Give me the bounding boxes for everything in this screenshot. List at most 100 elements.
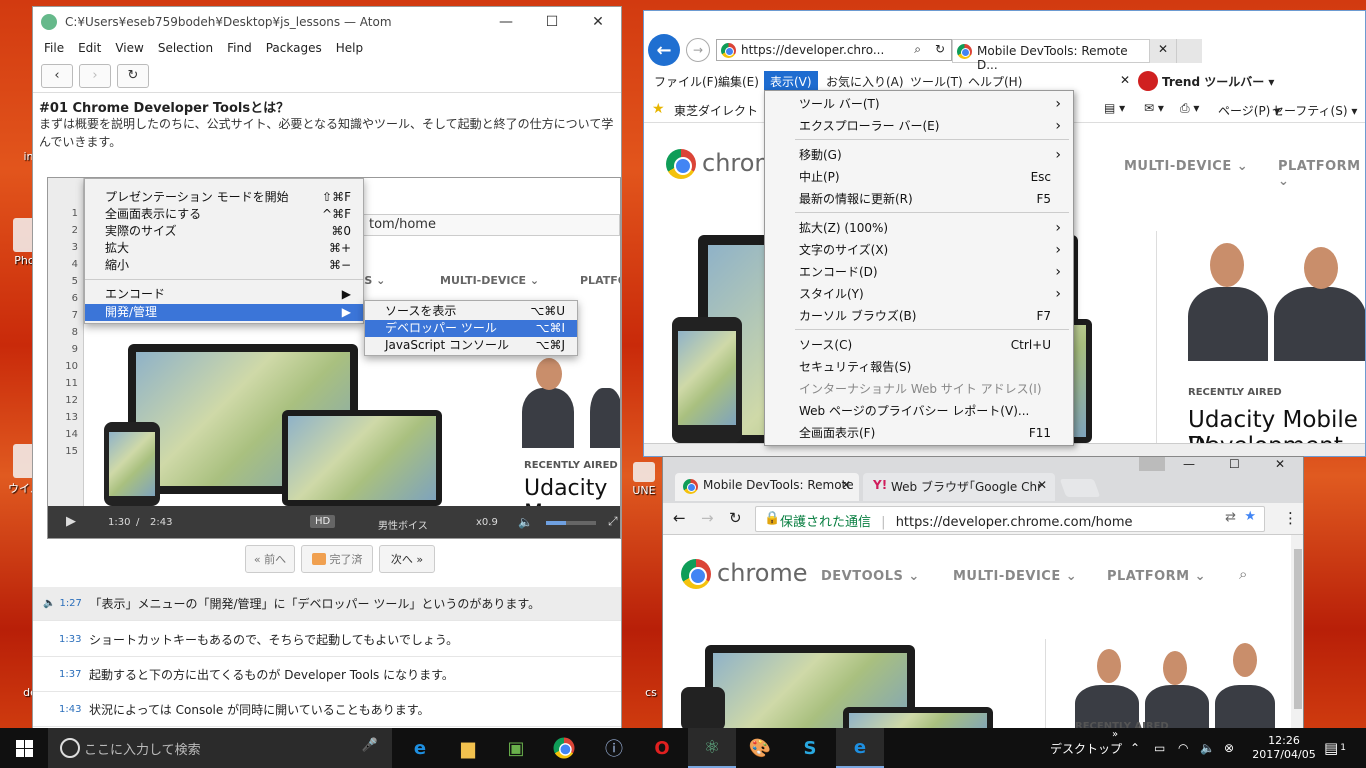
chrome-tab[interactable]: Y! Web ブラウザ｢Google Chr ✕ bbox=[863, 473, 1055, 501]
page-menu[interactable]: ページ(P) ▾ bbox=[1218, 102, 1280, 119]
mail-icon[interactable]: ✉ ▾ bbox=[1144, 101, 1164, 115]
menu-item-js-console[interactable]: JavaScript コンソール ⌥⌘J bbox=[365, 337, 577, 354]
new-tab-button[interactable] bbox=[1059, 479, 1101, 497]
lesson-video[interactable]: 1 2 3 4 5 6 7 8 9 10 11 12 13 14 15 tom/… bbox=[47, 177, 621, 539]
view-menu-toolbar[interactable]: ツール バー(T) bbox=[765, 93, 1073, 115]
volume-icon[interactable]: 🔈 bbox=[518, 515, 533, 529]
reload-button[interactable]: ↻ bbox=[729, 509, 742, 527]
menu-item-develop[interactable]: 開発/管理 ▶ bbox=[85, 304, 363, 321]
menu-item-actual-size[interactable]: 実際のサイズ ⌘0 bbox=[85, 223, 363, 240]
volume-icon[interactable]: 🔈 bbox=[1200, 728, 1215, 768]
ie-menu-edit[interactable]: 編集(E) bbox=[712, 71, 765, 92]
menu-help[interactable]: Help bbox=[329, 41, 370, 55]
voice-selector[interactable]: 男性ボイス bbox=[378, 517, 428, 532]
ie-tab-close-button[interactable]: ✕ bbox=[1150, 39, 1176, 63]
atom-taskbar-icon[interactable]: ⚛ bbox=[688, 728, 736, 768]
ie-menu-view[interactable]: 表示(V) bbox=[764, 71, 818, 92]
maximize-button[interactable]: ☐ bbox=[1229, 457, 1240, 471]
back-button[interactable]: ‹ bbox=[41, 63, 73, 88]
bookmark-star-icon[interactable]: ★ bbox=[1244, 509, 1256, 524]
menu-item-zoom-in[interactable]: 拡大 ⌘+ bbox=[85, 240, 363, 257]
view-menu-go[interactable]: 移動(G) bbox=[765, 144, 1073, 166]
forward-button[interactable]: → bbox=[701, 509, 714, 527]
chrome-scrollbar[interactable] bbox=[1291, 535, 1303, 729]
udacity-headline-2[interactable]: Development Co bbox=[1188, 433, 1365, 443]
complete-button[interactable]: 完了済 bbox=[301, 545, 373, 573]
view-menu-encoding[interactable]: エンコード(D) bbox=[765, 261, 1073, 283]
speed-selector[interactable]: x0.9 bbox=[476, 517, 498, 528]
menu-view[interactable]: View bbox=[108, 41, 150, 55]
menu-item-developer-tools[interactable]: デベロッパー ツール ⌥⌘I bbox=[365, 320, 577, 337]
action-center-button[interactable]: ▤ 1 bbox=[1324, 728, 1346, 768]
nav-platform[interactable]: PLATFORM ⌄ bbox=[1107, 569, 1206, 584]
ie-menu-help[interactable]: ヘルプ(H) bbox=[962, 71, 1028, 92]
prev-button[interactable]: « 前へ bbox=[245, 545, 295, 573]
view-menu-zoom[interactable]: 拡大(Z) (100%) bbox=[765, 217, 1073, 239]
ie-taskbar-icon[interactable]: e bbox=[836, 728, 884, 768]
search-icon[interactable]: ⌕ bbox=[1239, 565, 1247, 583]
ie-tab[interactable]: Mobile DevTools: Remote D... bbox=[952, 39, 1150, 72]
star-icon[interactable]: ★ bbox=[652, 101, 665, 117]
menu-find[interactable]: Find bbox=[220, 41, 259, 55]
chrome-menu-icon[interactable]: ⋮ bbox=[1283, 509, 1298, 527]
view-menu-style[interactable]: スタイル(Y) bbox=[765, 283, 1073, 305]
microphone-icon[interactable]: 🎤 bbox=[362, 738, 378, 753]
view-menu-text-size[interactable]: 文字のサイズ(X) bbox=[765, 239, 1073, 261]
nav-devtools[interactable]: DEVTOOLS ⌄ bbox=[821, 569, 920, 584]
ie-menu-favorites[interactable]: お気に入り(A) bbox=[820, 71, 910, 92]
ie-menu-tools[interactable]: ツール(T) bbox=[904, 71, 969, 92]
edge-icon[interactable]: e bbox=[396, 728, 444, 768]
refresh-icon[interactable]: ↻ bbox=[935, 42, 945, 56]
desktop-icon-6[interactable]: cs bbox=[638, 686, 664, 699]
transcript-row[interactable]: 1:33 ショートカットキーもあるので、そちらで起動してもよいでしょう。 bbox=[33, 623, 621, 657]
menu-packages[interactable]: Packages bbox=[259, 41, 329, 55]
app-icon[interactable]: ▣ bbox=[492, 728, 540, 768]
forward-button[interactable]: › bbox=[79, 63, 111, 88]
trend-toolbar[interactable]: Trend ツールバー ▾ bbox=[1162, 73, 1274, 90]
volume-slider[interactable] bbox=[546, 521, 596, 525]
ie-new-tab-button[interactable] bbox=[1176, 39, 1202, 63]
view-menu-privacy-report[interactable]: Web ページのプライバシー レポート(V)... bbox=[765, 400, 1073, 422]
transcript-row[interactable]: 1:43 状況によっては Console が同時に開いていることもあります。 bbox=[33, 693, 621, 727]
close-toolbar-icon[interactable]: ✕ bbox=[1120, 73, 1130, 87]
ie-forward-button[interactable]: → bbox=[686, 38, 710, 62]
menu-item-presentation[interactable]: プレゼンテーション モードを開始 ⇧⌘F bbox=[85, 189, 363, 206]
back-button[interactable]: ← bbox=[673, 509, 686, 527]
view-menu-stop[interactable]: 中止(P) Esc bbox=[765, 166, 1073, 188]
file-explorer-icon[interactable]: ▆ bbox=[444, 728, 492, 768]
menu-item-fullscreen[interactable]: 全画面表示にする ^⌘F bbox=[85, 206, 363, 223]
opera-icon[interactable]: O bbox=[638, 728, 686, 768]
next-button[interactable]: 次へ » bbox=[379, 545, 435, 573]
scrollbar-thumb[interactable] bbox=[1294, 549, 1302, 709]
view-menu-security-report[interactable]: セキュリティ報告(S) bbox=[765, 356, 1073, 378]
minimize-button[interactable]: — bbox=[1183, 457, 1195, 471]
input-method-icon[interactable]: ⊗ bbox=[1224, 728, 1234, 768]
menu-item-view-source[interactable]: ソースを表示 ⌥⌘U bbox=[365, 303, 577, 320]
rss-icon[interactable]: ▤ ▾ bbox=[1104, 101, 1125, 115]
skype-icon[interactable]: S bbox=[786, 728, 834, 768]
view-menu-explorer-bar[interactable]: エクスプローラー バー(E) bbox=[765, 115, 1073, 137]
search-icon[interactable]: ⌕ bbox=[914, 42, 921, 57]
chrome-omnibox[interactable]: 🔒 保護された通信 | https://developer.chrome.com… bbox=[755, 506, 1265, 532]
transcript-row[interactable]: 🔈 1:27 「表示」メニューの「開発/管理」に「デベロッパー ツール」というの… bbox=[33, 587, 621, 621]
nav-multi-device[interactable]: MULTI-DEVICE ⌄ bbox=[1124, 159, 1248, 174]
nav-multi-device[interactable]: MULTI-DEVICE ⌄ bbox=[953, 569, 1077, 584]
reload-button[interactable]: ↻ bbox=[117, 63, 149, 88]
fullscreen-icon[interactable]: ⤢ bbox=[608, 514, 618, 529]
clock[interactable]: 12:26 2017/04/05 bbox=[1250, 728, 1318, 768]
tab-close-icon[interactable]: ✕ bbox=[841, 478, 851, 492]
battery-icon[interactable]: ▭ bbox=[1154, 728, 1165, 768]
menu-edit[interactable]: Edit bbox=[71, 41, 108, 55]
nav-platform[interactable]: PLATFORM ⌄ bbox=[1278, 159, 1365, 189]
wifi-icon[interactable]: ◠ bbox=[1178, 728, 1188, 768]
chrome-tab-active[interactable]: Mobile DevTools: Remote ✕ bbox=[675, 473, 859, 501]
safety-menu[interactable]: セーフティ(S) ▾ bbox=[1272, 102, 1357, 119]
hd-toggle[interactable]: HD bbox=[310, 515, 336, 528]
ie-address-bar[interactable]: https://developer.chro... ⌕ ↻ bbox=[716, 39, 952, 61]
menu-item-encode[interactable]: エンコード ▶ bbox=[85, 286, 363, 303]
transcript-row[interactable]: 1:37 起動すると下の方に出てくるものが Developer Tools にな… bbox=[33, 658, 621, 692]
atom-titlebar[interactable]: C:¥Users¥eseb759bodeh¥Desktop¥js_lessons… bbox=[33, 7, 621, 37]
toolbar-expand-icon[interactable]: » bbox=[1112, 714, 1118, 754]
chrome-taskbar-icon[interactable] bbox=[540, 728, 588, 768]
menu-file[interactable]: File bbox=[37, 41, 71, 55]
